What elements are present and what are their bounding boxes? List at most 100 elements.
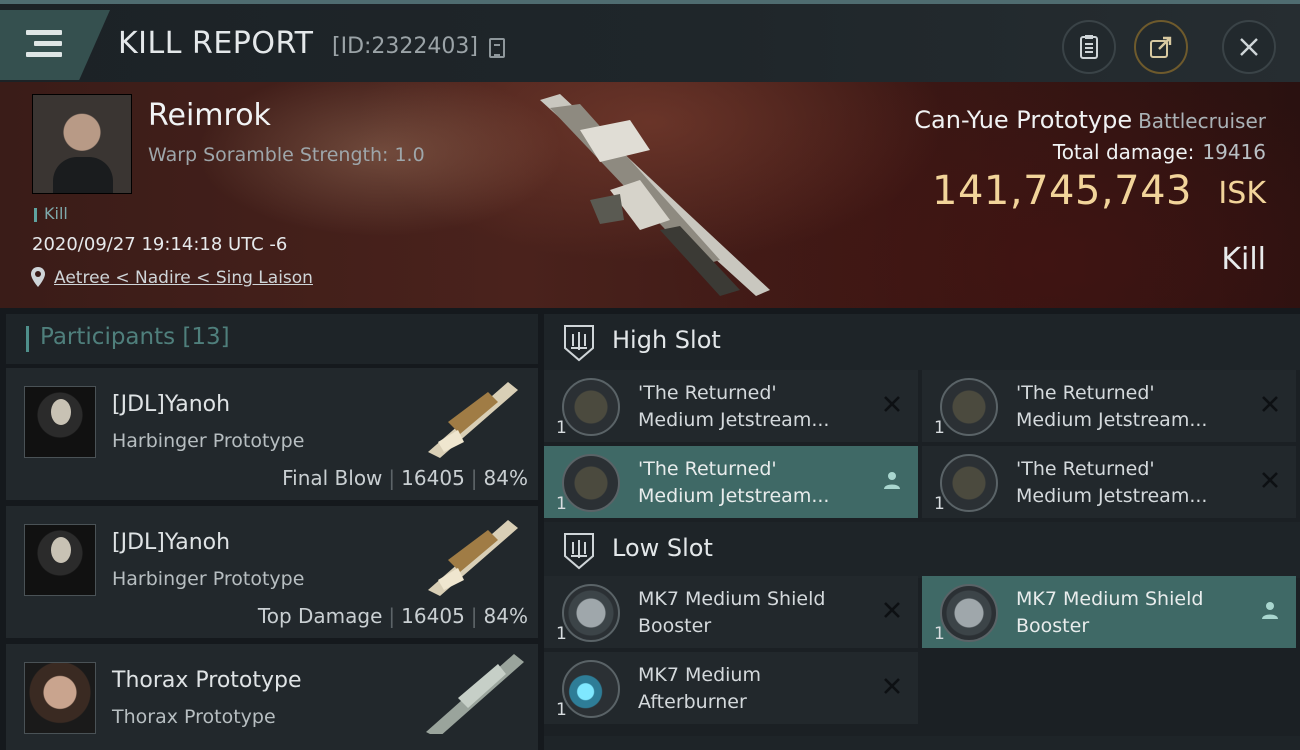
module-quantity: 1 [556, 494, 567, 514]
participants-header: Participants [13] [6, 314, 538, 364]
share-icon [1150, 36, 1172, 58]
isk-value: 141,745,743 [932, 168, 1192, 214]
next-slot-header-partial [544, 736, 1300, 750]
jetstream-module-icon [562, 454, 620, 512]
participant-role: Final Blow [282, 466, 383, 490]
low-slot-icon [564, 533, 594, 570]
jetstream-module-icon [562, 378, 620, 436]
kill-result: Kill [1221, 242, 1266, 277]
kill-report-header: KILL REPORT [ID:2322403] [0, 0, 1300, 82]
shield-booster-icon [562, 584, 620, 642]
module-name: 'The Returned' Medium Jetstream... [638, 458, 830, 507]
module-quantity: 1 [934, 494, 945, 514]
module-slot[interactable]: 1 'The Returned' Medium Jetstream... [544, 370, 918, 442]
kill-tag-marker [34, 208, 37, 222]
dropped-person-icon [1262, 602, 1278, 619]
module-quantity: 1 [934, 624, 945, 644]
participant-percent: 84% [483, 604, 528, 628]
module-slot[interactable]: 1 MK7 Medium Shield Booster [544, 576, 918, 648]
destroyed-icon [884, 602, 900, 618]
module-slot[interactable]: 1 'The Returned' Medium Jetstream... [544, 446, 918, 518]
participant-ship: Harbinger Prototype [112, 568, 305, 590]
fitting-panel: High Slot 1 'The Returned' Medium Jetstre… [544, 314, 1300, 750]
participant-percent: 84% [483, 466, 528, 490]
low-slot-title: Low Slot [612, 534, 713, 562]
high-slot-header: High Slot [544, 314, 1300, 370]
victim-ship-type: Can-Yue Prototype Battlecruiser [914, 106, 1266, 134]
participant-card[interactable]: [JDL]Yanoh Harbinger Prototype Top Damag… [6, 506, 538, 638]
participant-portrait [24, 662, 96, 734]
module-quantity: 1 [934, 418, 945, 438]
participants-panel: Participants [13] [JDL]Yanoh Harbinger P… [6, 314, 538, 750]
module-name: 'The Returned' Medium Jetstream... [1016, 458, 1208, 507]
jetstream-module-icon [940, 454, 998, 512]
participant-stats: Top Damage | 16405 | 84% [257, 604, 528, 628]
victim-name: Reimrok [148, 98, 271, 133]
participant-stats: Final Blow | 16405 | 84% [282, 466, 528, 490]
isk-unit: ISK [1218, 176, 1266, 211]
participant-ship: Harbinger Prototype [112, 430, 305, 452]
victim-ship-image [540, 94, 770, 296]
participant-damage: 16405 [401, 604, 465, 628]
destroyed-icon [884, 678, 900, 694]
destroyed-icon [884, 396, 900, 412]
module-quantity: 1 [556, 418, 567, 438]
participant-name: [JDL]Yanoh [112, 530, 231, 555]
module-slot[interactable]: 1 MK7 Medium Shield Booster [922, 576, 1296, 648]
participant-portrait [24, 386, 96, 458]
high-slot-icon [564, 325, 594, 362]
kill-tag: Kill [44, 204, 68, 223]
victim-banner: Reimrok Warp Soramble Strength: 1.0 Kill… [0, 82, 1300, 308]
destroyed-icon [1262, 472, 1278, 488]
module-name: 'The Returned' Medium Jetstream... [638, 382, 830, 431]
report-id: [ID:2322403] [332, 34, 478, 59]
participant-card[interactable]: Thorax Prototype Thorax Prototype [6, 644, 538, 750]
low-slot-header: Low Slot [544, 522, 1300, 578]
module-quantity: 1 [556, 700, 567, 720]
participant-role: Top Damage [257, 604, 383, 628]
participant-portrait [24, 524, 96, 596]
module-slot[interactable]: 1 'The Returned' Medium Jetstream... [922, 446, 1296, 518]
afterburner-icon [562, 660, 620, 718]
location-link[interactable]: Aetree < Nadire < Sing Laison [54, 268, 313, 288]
jetstream-module-icon [940, 378, 998, 436]
kill-datetime: 2020/09/27 19:14:18 UTC -6 [32, 234, 288, 255]
ship-name: Can-Yue Prototype [914, 106, 1133, 134]
participant-damage: 16405 [401, 466, 465, 490]
participant-name: [JDL]Yanoh [112, 392, 231, 417]
location-pin-icon [31, 267, 45, 287]
participants-label: Participants [13] [40, 324, 230, 350]
participant-ship-image [426, 654, 524, 734]
copy-icon[interactable] [489, 38, 505, 58]
ship-class: Battlecruiser [1138, 109, 1266, 133]
module-name: MK7 Medium Afterburner [638, 664, 761, 713]
module-quantity: 1 [556, 624, 567, 644]
hamburger-icon [26, 30, 62, 58]
clipboard-button[interactable] [1062, 20, 1116, 74]
module-name: 'The Returned' Medium Jetstream... [1016, 382, 1208, 431]
shield-booster-icon [940, 584, 998, 642]
module-name: MK7 Medium Shield Booster [1016, 588, 1204, 637]
victim-portrait[interactable] [32, 94, 132, 194]
participant-ship: Thorax Prototype [112, 706, 276, 728]
participant-name: Thorax Prototype [112, 668, 302, 693]
warp-scramble-strength: Warp Soramble Strength: 1.0 [148, 144, 425, 166]
close-button[interactable] [1222, 20, 1276, 74]
total-damage-label: Total damage: [1052, 140, 1195, 164]
participant-ship-image [428, 520, 518, 596]
participant-ship-image [428, 382, 518, 458]
clipboard-icon [1080, 35, 1098, 59]
module-slot[interactable]: 1 MK7 Medium Afterburner [544, 652, 918, 724]
participant-card[interactable]: [JDL]Yanoh Harbinger Prototype Final Blo… [6, 368, 538, 500]
high-slot-title: High Slot [612, 326, 721, 354]
module-name: MK7 Medium Shield Booster [638, 588, 826, 637]
module-slot[interactable]: 1 'The Returned' Medium Jetstream... [922, 370, 1296, 442]
destroyed-icon [1262, 396, 1278, 412]
total-damage: Total damage: 19416 [1053, 140, 1266, 164]
page-title: KILL REPORT [118, 26, 314, 61]
close-icon [1240, 38, 1258, 56]
total-damage-value: 19416 [1202, 140, 1266, 164]
share-button[interactable] [1134, 20, 1188, 74]
menu-button[interactable] [0, 10, 110, 80]
dropped-person-icon [884, 472, 900, 489]
